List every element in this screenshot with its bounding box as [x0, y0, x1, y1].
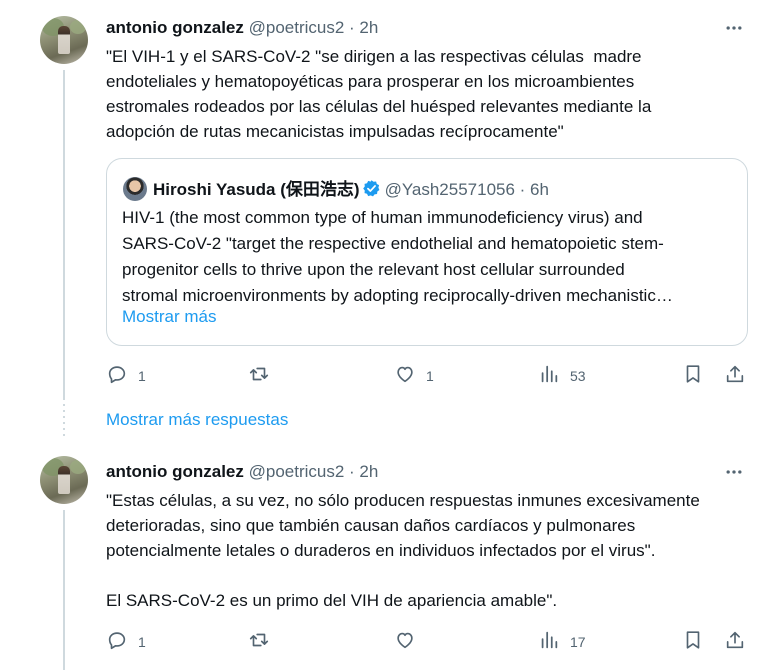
bookmark-button[interactable] [682, 362, 704, 386]
avatar[interactable] [40, 456, 88, 504]
author-name[interactable]: antonio gonzalez [106, 462, 244, 481]
reply-button[interactable]: 1 [106, 362, 146, 386]
retweet-button[interactable] [248, 628, 280, 652]
tweet-actions: 1 17 [106, 628, 750, 652]
quoted-tweet[interactable]: Hiroshi Yasuda (保田浩志) @Yash25571056 · 6h … [106, 158, 748, 346]
reply-icon [108, 632, 126, 650]
bookmark-icon [686, 631, 700, 649]
author-handle-time[interactable]: @poetricus2 · 2h [249, 18, 379, 37]
views-icon [541, 365, 558, 383]
quoted-author-name: Hiroshi Yasuda (保田浩志) [153, 180, 360, 199]
reply-button[interactable]: 1 [106, 628, 146, 652]
thread-line [63, 70, 65, 398]
avatar[interactable] [40, 16, 88, 64]
show-more-link[interactable]: Mostrar más [122, 307, 216, 327]
share-icon [726, 631, 744, 649]
retweet-icon [249, 367, 269, 381]
retweet-button[interactable] [248, 362, 280, 386]
tweet-text: "El VIH-1 y el SARS-CoV-2 "se dirigen a … [106, 47, 652, 141]
like-button[interactable]: 1 [394, 362, 434, 386]
bookmark-icon [686, 365, 700, 383]
avatar[interactable] [123, 177, 147, 201]
share-button[interactable] [724, 362, 746, 386]
bookmark-button[interactable] [682, 628, 704, 652]
tweet-2[interactable]: antonio gonzalez @poetricus2 · 2h "Estas… [0, 448, 766, 670]
share-icon [726, 365, 744, 383]
show-more-replies-link[interactable]: Mostrar más respuestas [106, 410, 288, 430]
author-handle-time[interactable]: @poetricus2 · 2h [249, 462, 379, 481]
more-icon[interactable] [724, 462, 744, 482]
tweet-actions: 1 1 53 [106, 362, 750, 386]
verified-badge-icon [362, 179, 381, 198]
heart-icon [397, 366, 413, 383]
thread-gap-dots [63, 398, 65, 440]
reply-icon [108, 366, 126, 384]
tweet-1[interactable]: antonio gonzalez @poetricus2 · 2h "El VI… [0, 0, 766, 398]
quoted-author-handle-time: @Yash25571056 · 6h [384, 180, 549, 199]
quoted-tweet-text: HIV-1 (the most common type of human imm… [122, 208, 673, 305]
more-icon[interactable] [724, 18, 744, 38]
like-count: 1 [426, 367, 434, 384]
author-name[interactable]: antonio gonzalez [106, 18, 244, 37]
share-button[interactable] [724, 628, 746, 652]
views-count: 17 [570, 633, 586, 650]
heart-icon [397, 632, 413, 649]
like-button[interactable] [394, 628, 426, 652]
views-icon [541, 631, 558, 649]
views-count: 53 [570, 367, 586, 384]
retweet-icon [249, 633, 269, 647]
tweet-text: "Estas células, a su vez, no sólo produc… [106, 491, 700, 610]
thread-line [63, 510, 65, 670]
views-button[interactable]: 17 [538, 628, 586, 652]
reply-count: 1 [138, 367, 146, 384]
reply-count: 1 [138, 633, 146, 650]
views-button[interactable]: 53 [538, 362, 586, 386]
